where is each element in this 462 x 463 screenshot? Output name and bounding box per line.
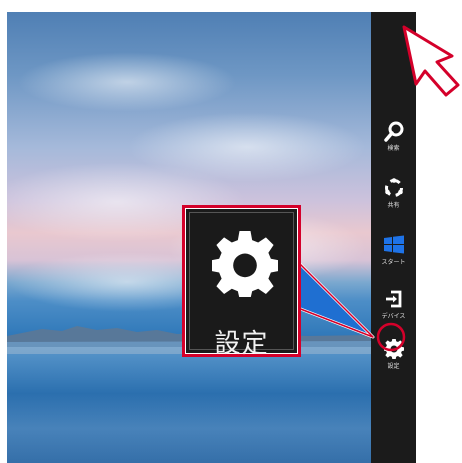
- callout-panel: 設定: [189, 212, 294, 359]
- settings-callout: 設定: [182, 205, 301, 359]
- highlight-ring: [376, 322, 406, 352]
- callout-settings-label: 設定: [214, 329, 269, 359]
- gear-icon: [212, 231, 278, 297]
- cursor-arrow-icon: [402, 25, 460, 97]
